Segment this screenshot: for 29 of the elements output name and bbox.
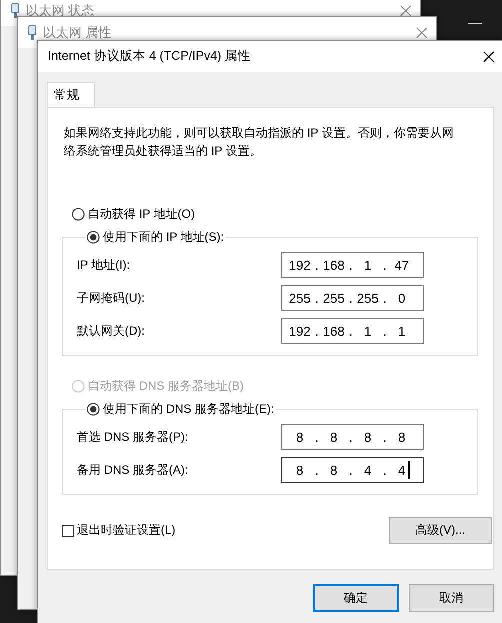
radio-label[interactable]: 自动获得 IP 地址(O) — [88, 206, 196, 223]
ip-address-field[interactable]: 255 . 255 . 255 . 0 — [281, 285, 424, 311]
ip-address-field[interactable]: 192 . 168 . 1 . 47 — [281, 252, 424, 278]
checkbox-label[interactable]: 退出时验证设置(L) — [77, 522, 176, 539]
radio-label[interactable]: 使用下面的 DNS 服务器地址(E): — [103, 401, 274, 418]
field-label: 子网掩码(U): — [77, 290, 146, 306]
checkbox[interactable] — [62, 524, 74, 536]
cancel-button[interactable]: 取消 — [409, 584, 494, 612]
window-title: 以太网 属性 — [43, 24, 113, 42]
network-plug-icon — [11, 2, 20, 18]
network-plug-icon — [28, 24, 37, 40]
ip-address-field[interactable]: 8 . 8 . 4 . 4 — [281, 457, 424, 483]
advanced-button[interactable]: 高级(V)... — [389, 517, 492, 544]
description-text: 如果网络支持此功能，则可以获取自动指派的 IP 设置。否则，你需要从网络系统管理员处获得适当的 IP 设置。 — [64, 125, 454, 160]
radio-button[interactable] — [72, 208, 85, 221]
field-label: IP 地址(I): — [77, 256, 132, 274]
ip-address-field[interactable]: 8 . 8 . 8 . 8 — [281, 424, 424, 450]
window-title: Internet 协议版本 4 (TCP/IPv4) 属性 — [48, 48, 252, 65]
field-label: 首选 DNS 服务器(P): — [77, 428, 190, 446]
ip-address-field[interactable]: 192 . 168 . 1 . 1 — [281, 318, 424, 344]
field-label: 备用 DNS 服务器(A): — [77, 462, 190, 478]
close-icon[interactable] — [483, 50, 495, 62]
ok-button[interactable]: 确定 — [313, 584, 399, 612]
radio-label[interactable]: 使用下面的 IP 地址(S): — [103, 229, 224, 246]
field-label: 默认网关(D): — [77, 322, 146, 340]
radio-button[interactable] — [87, 231, 100, 244]
tab[interactable]: 常规 — [47, 82, 95, 108]
radio-button[interactable] — [87, 403, 100, 416]
minimize-icon[interactable] — [468, 23, 482, 25]
